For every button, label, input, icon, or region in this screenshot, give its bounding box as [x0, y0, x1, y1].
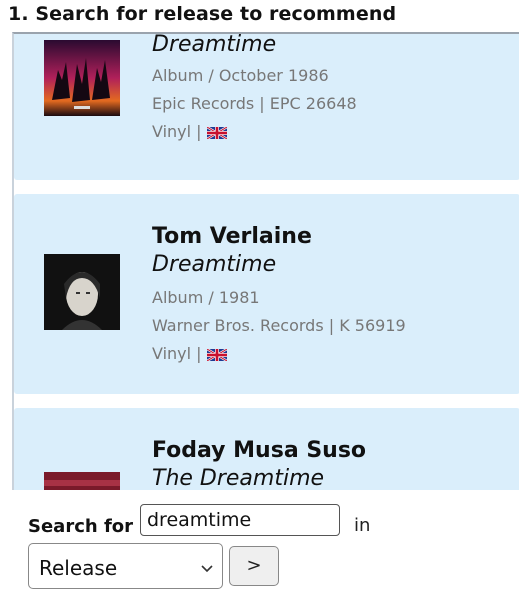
release-medium: Vinyl |	[152, 344, 228, 363]
uk-flag-icon	[206, 346, 228, 363]
release-label: Epic Records | EPC 26648	[152, 94, 357, 113]
release-title[interactable]: The Dreamtime	[152, 466, 324, 491]
release-title[interactable]: Dreamtime	[152, 34, 276, 57]
album-cover[interactable]	[44, 40, 120, 116]
search-type-value: Release	[39, 556, 118, 580]
results-list[interactable]: Dreamtime Album / October 1986 Epic Reco…	[12, 32, 519, 492]
album-cover[interactable]	[44, 254, 120, 330]
release-format: Album / 1981	[152, 288, 260, 307]
result-card[interactable]: Foday Musa Suso The Dreamtime	[14, 408, 519, 492]
page-heading: 1. Search for release to recommend	[8, 3, 397, 25]
search-label: Search for	[28, 516, 134, 537]
uk-flag-icon	[206, 124, 228, 141]
search-form: Search for in Release >	[0, 490, 519, 595]
search-type-select[interactable]: Release	[28, 543, 223, 589]
search-input[interactable]	[140, 504, 340, 536]
release-medium: Vinyl |	[152, 122, 228, 141]
search-submit-button[interactable]: >	[229, 546, 279, 586]
artist-name[interactable]: Foday Musa Suso	[152, 438, 366, 463]
artist-name[interactable]: Tom Verlaine	[152, 224, 312, 249]
result-card[interactable]: Dreamtime Album / October 1986 Epic Reco…	[14, 34, 519, 180]
release-label: Warner Bros. Records | K 56919	[152, 316, 406, 335]
album-cover[interactable]	[44, 472, 120, 492]
medium-text: Vinyl |	[152, 344, 202, 363]
result-card[interactable]: Tom Verlaine Dreamtime Album / 1981 Warn…	[14, 194, 519, 394]
release-title[interactable]: Dreamtime	[152, 252, 276, 277]
medium-text: Vinyl |	[152, 122, 202, 141]
release-format: Album / October 1986	[152, 66, 329, 85]
chevron-down-icon	[200, 556, 214, 573]
in-label: in	[354, 515, 371, 536]
